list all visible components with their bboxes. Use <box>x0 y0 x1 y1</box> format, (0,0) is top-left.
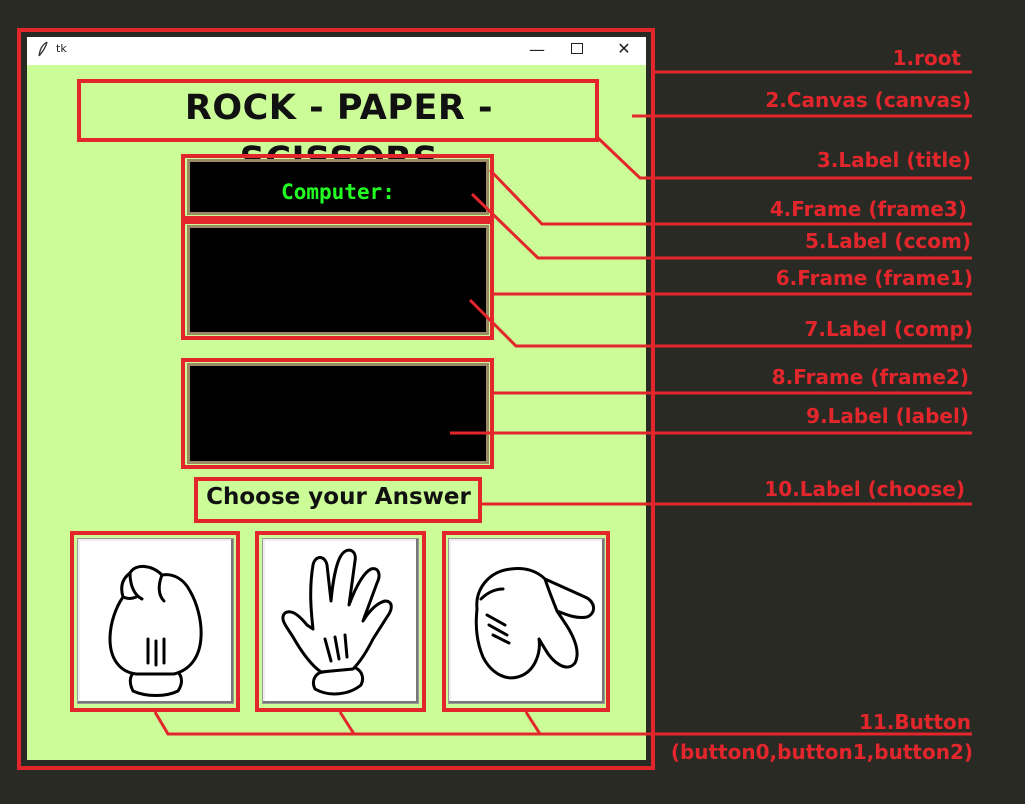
annotation-label: 9.Label (label) <box>806 404 969 428</box>
annotation-frame1: 6.Frame (frame1) <box>775 266 973 290</box>
annotation-leader-lines <box>153 70 972 736</box>
annotation-button: 11.Button <box>858 710 971 734</box>
annotation-frame3: 4.Frame (frame3) <box>769 197 967 221</box>
annotation-button-names: (button0,button1,button2) <box>670 740 973 764</box>
annotation-comp: 7.Label (comp) <box>804 317 974 341</box>
annotation-title: 3.Label (title) <box>816 148 971 172</box>
annotation-ccom: 5.Label (ccom) <box>804 229 971 253</box>
annotation-root: 1.root <box>892 46 961 70</box>
annotation-frame2: 8.Frame (frame2) <box>771 365 969 389</box>
annotation-canvas: 2.Canvas (canvas) <box>765 88 971 112</box>
annotation-choose: 10.Label (choose) <box>764 477 965 501</box>
